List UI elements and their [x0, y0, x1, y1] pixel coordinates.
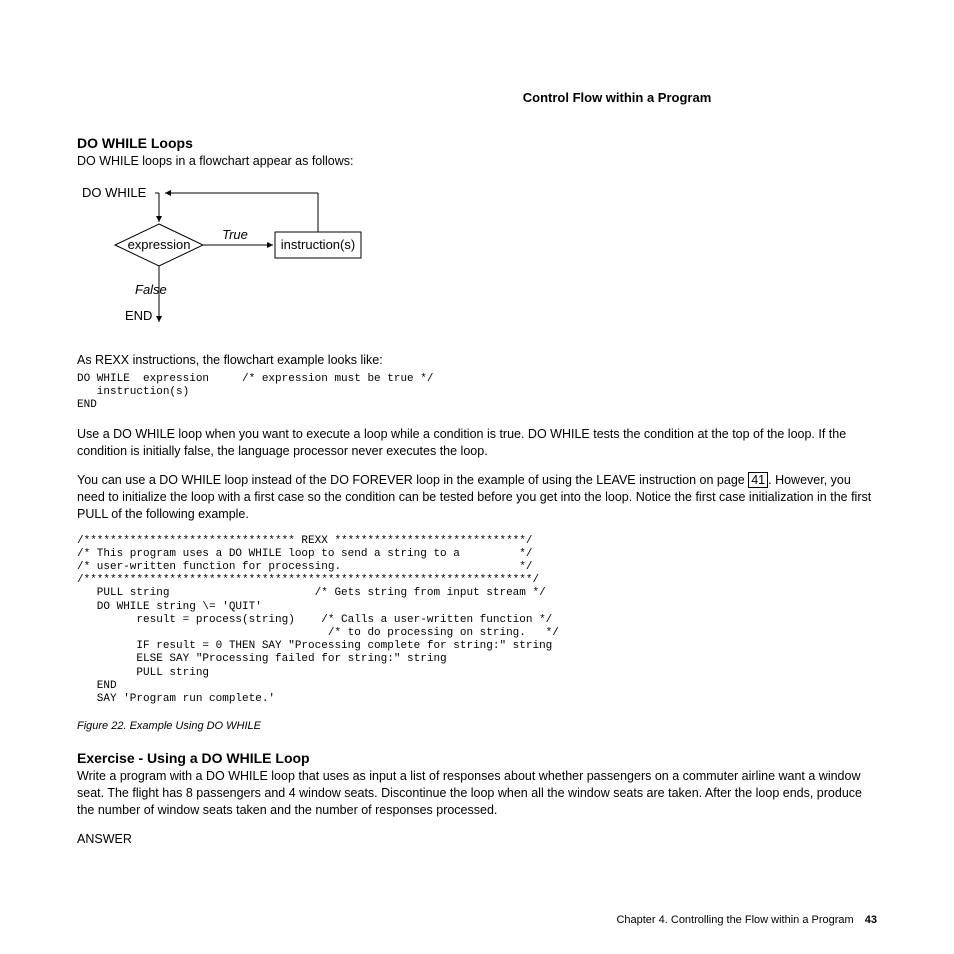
- code-block-1: DO WHILE expression /* expression must b…: [77, 373, 877, 413]
- flowchart-do-while: DO WHILE expression True instruction(s) …: [77, 182, 877, 342]
- intro-paragraph: DO WHILE loops in a flowchart appear as …: [77, 153, 877, 170]
- footer-page-number: 43: [865, 914, 877, 926]
- flow-false-label: False: [135, 282, 167, 297]
- flow-true-label: True: [222, 227, 248, 242]
- page-link-41[interactable]: 41: [748, 472, 768, 488]
- flow-do-while-label: DO WHILE: [82, 185, 147, 200]
- footer-chapter: Chapter 4. Controlling the Flow within a…: [616, 914, 853, 926]
- instead-paragraph: You can use a DO WHILE loop instead of t…: [77, 472, 877, 523]
- exercise-paragraph: Write a program with a DO WHILE loop tha…: [77, 768, 877, 819]
- figure-caption: Figure 22. Example Using DO WHILE: [77, 720, 877, 732]
- heading-exercise: Exercise - Using a DO WHILE Loop: [77, 750, 877, 766]
- instead-text-a: You can use a DO WHILE loop instead of t…: [77, 473, 748, 487]
- page-footer: Chapter 4. Controlling the Flow within a…: [616, 914, 877, 926]
- running-head: Control Flow within a Program: [357, 90, 877, 105]
- heading-do-while-loops: DO WHILE Loops: [77, 135, 877, 151]
- use-paragraph: Use a DO WHILE loop when you want to exe…: [77, 426, 877, 460]
- answer-label: ANSWER: [77, 831, 877, 848]
- flow-end-label: END: [125, 308, 152, 323]
- code-block-2: /******************************** REXX *…: [77, 535, 877, 706]
- flow-instructions-label: instruction(s): [281, 237, 355, 252]
- as-rexx-paragraph: As REXX instructions, the flowchart exam…: [77, 352, 877, 369]
- flow-expression-label: expression: [128, 237, 191, 252]
